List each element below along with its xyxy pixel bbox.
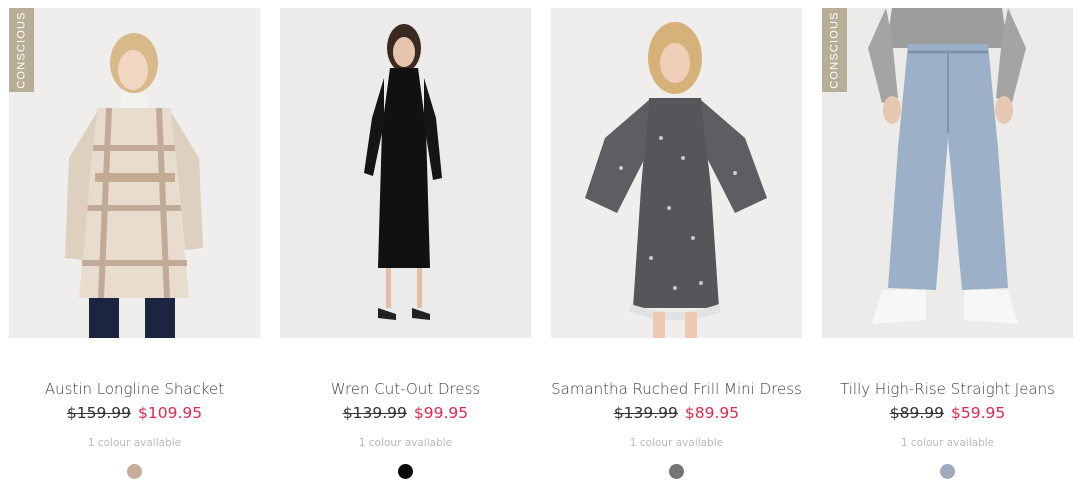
product-price: $159.99 $109.95 xyxy=(9,404,260,423)
product-card[interactable]: CONSCIOUS Austin Longline Shacket $159.9… xyxy=(9,8,260,479)
product-image[interactable]: CONSCIOUS xyxy=(822,8,1073,338)
product-image[interactable] xyxy=(280,8,531,338)
sale-price: $109.95 xyxy=(138,404,203,422)
product-name[interactable]: Tilly High-Rise Straight Jeans xyxy=(822,380,1073,398)
product-card[interactable]: CONSCIOUS Tilly High-Rise Straight Jeans… xyxy=(822,8,1073,479)
original-price: $89.99 xyxy=(889,404,944,422)
product-image[interactable]: CONSCIOUS xyxy=(9,8,260,338)
model-photo-mini-dress xyxy=(551,8,802,338)
colour-count: 1 colour available xyxy=(900,437,995,449)
colour-count: 1 colour available xyxy=(629,437,724,449)
product-price: $139.99 $99.95 xyxy=(280,404,531,423)
product-grid: CONSCIOUS Austin Longline Shacket $159.9… xyxy=(0,0,1080,485)
product-image[interactable] xyxy=(551,8,802,338)
conscious-badge: CONSCIOUS xyxy=(9,8,34,92)
colour-count: 1 colour available xyxy=(358,437,453,449)
original-price: $139.99 xyxy=(613,404,678,422)
original-price: $159.99 xyxy=(66,404,131,422)
original-price: $139.99 xyxy=(342,404,407,422)
colour-swatch[interactable] xyxy=(398,464,413,479)
sale-price: $89.95 xyxy=(684,404,740,422)
colour-swatch[interactable] xyxy=(669,464,684,479)
product-name[interactable]: Wren Cut-Out Dress xyxy=(280,380,531,398)
conscious-badge: CONSCIOUS xyxy=(822,8,847,92)
model-photo-shacket xyxy=(9,8,260,338)
product-name[interactable]: Samantha Ruched Frill Mini Dress xyxy=(551,380,802,398)
colour-count: 1 colour available xyxy=(87,437,182,449)
sale-price: $99.95 xyxy=(413,404,469,422)
colour-swatch[interactable] xyxy=(940,464,955,479)
model-photo-dress xyxy=(280,8,531,338)
model-photo-jeans xyxy=(822,8,1073,338)
product-card[interactable]: Samantha Ruched Frill Mini Dress $139.99… xyxy=(551,8,802,479)
product-price: $89.99 $59.95 xyxy=(822,404,1073,423)
colour-swatch[interactable] xyxy=(127,464,142,479)
sale-price: $59.95 xyxy=(951,404,1006,422)
product-price: $139.99 $89.95 xyxy=(551,404,802,423)
product-card[interactable]: Wren Cut-Out Dress $139.99 $99.95 1 colou… xyxy=(280,8,531,479)
product-name[interactable]: Austin Longline Shacket xyxy=(9,380,260,398)
